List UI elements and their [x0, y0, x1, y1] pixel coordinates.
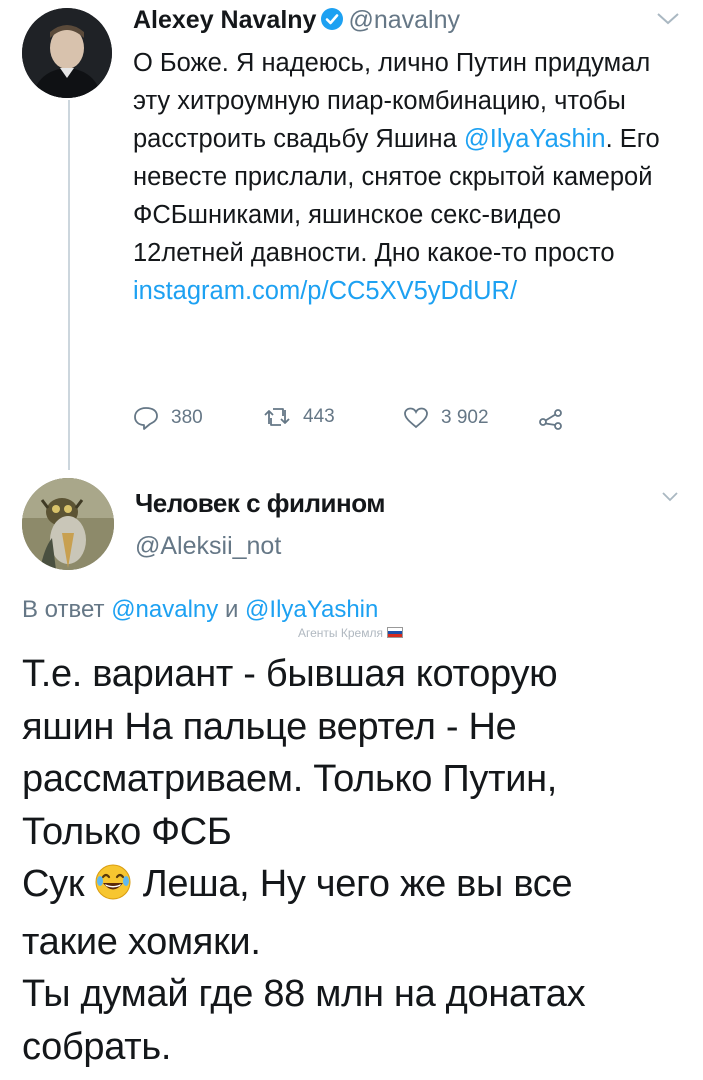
tweet-line-end: Леша, Ну чего же вы все — [132, 863, 573, 905]
instagram-link[interactable]: instagram.com/p/CC5XV5yDdUR/ — [133, 277, 517, 305]
mention-link[interactable]: @IlyaYashin — [464, 125, 606, 153]
author-handle[interactable]: @navalny — [348, 6, 460, 34]
like-button[interactable]: 3 902 — [403, 406, 489, 430]
tweet-line: собрать. — [22, 1025, 172, 1068]
retweet-button[interactable]: 443 — [263, 406, 335, 428]
verified-badge-icon — [320, 7, 344, 38]
tweet-header: Alexey Navalny @navalny — [133, 6, 460, 38]
avatar-owl-man[interactable] — [22, 478, 114, 570]
retweet-count: 443 — [303, 406, 335, 427]
tweet-line: такие хомяки. — [22, 920, 261, 963]
tweet-line: Ты думай где 88 млн на донатах — [22, 973, 586, 1015]
like-count: 3 902 — [441, 407, 489, 428]
chevron-down-icon[interactable] — [655, 10, 681, 33]
russian-flag-icon — [386, 627, 403, 638]
retweet-icon — [264, 408, 290, 426]
author-name[interactable]: Alexey Navalny — [133, 6, 316, 34]
reply-and: и — [218, 596, 246, 623]
reply-icon — [134, 407, 158, 430]
watermark: Агенты Кремля — [298, 626, 403, 640]
chevron-down-icon[interactable] — [660, 490, 680, 509]
tweet-text: Т.е. вариант - бывшая которую яшин На па… — [22, 648, 692, 1073]
share-button[interactable] — [538, 406, 564, 430]
tweet-text: О Боже. Я надеюсь, лично Путин придумал … — [133, 44, 678, 310]
reply-context: В ответ @navalny и @IlyaYashin — [22, 596, 378, 624]
reply-button[interactable]: 380 — [133, 406, 203, 430]
tweet-line: яшин На пальце вертел - Не — [22, 705, 517, 748]
laughing-tears-emoji — [94, 863, 132, 916]
watermark-text: Агенты Кремля — [298, 626, 383, 640]
tweet-line: рассматриваем. Только Путин, — [22, 758, 558, 800]
author-handle[interactable]: @Aleksii_not — [135, 532, 281, 561]
author-name[interactable]: Человек с филином — [135, 488, 386, 519]
tweet-line-emoji: Сук Леша, Ну чего же вы все — [22, 858, 692, 916]
reply-prefix: В ответ — [22, 596, 112, 623]
share-icon — [539, 409, 562, 430]
tweet-line: Только ФСБ — [22, 810, 232, 853]
avatar-navalny[interactable] — [22, 8, 112, 98]
mention-link[interactable]: @navalny — [111, 596, 218, 623]
reply-count: 380 — [171, 407, 203, 428]
mention-link[interactable]: @IlyaYashin — [245, 596, 378, 623]
tweet-line-start: Сук — [22, 863, 85, 905]
thread-line — [68, 100, 70, 470]
tweet-line: Т.е. вариант - бывшая которую — [22, 653, 558, 695]
heart-icon — [404, 407, 428, 429]
